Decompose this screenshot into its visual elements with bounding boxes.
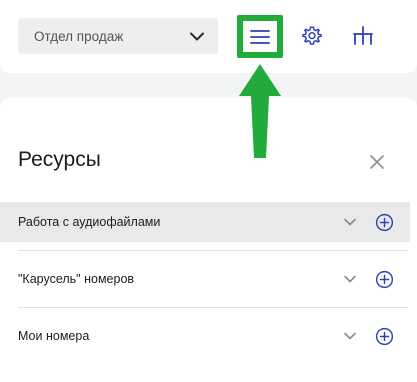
department-select-value: Отдел продаж [34,28,124,44]
chevron-down-icon [190,32,204,41]
list-item-number-carousel[interactable]: "Карусель" номеров [0,259,410,299]
add-circle-icon[interactable] [375,213,394,232]
divider [18,307,408,308]
settings-button[interactable] [300,24,324,48]
chevron-down-icon[interactable] [343,272,357,286]
hamburger-menu-icon [250,29,270,44]
chevron-down-icon[interactable] [343,329,357,343]
add-circle-icon[interactable] [375,270,394,289]
list-item-my-numbers[interactable]: Мои номера [0,316,410,356]
add-circle-icon[interactable] [375,327,394,346]
menu-button[interactable] [243,21,277,52]
chevron-down-icon[interactable] [343,215,357,229]
gear-icon [302,26,322,45]
org-structure-icon [353,26,373,45]
close-button[interactable] [367,152,387,172]
top-bar: Отдел продаж [0,0,417,73]
annotation-arrow-up [239,64,281,158]
divider [18,250,408,251]
structure-button[interactable] [350,24,376,48]
close-icon [370,155,384,169]
department-select[interactable]: Отдел продаж [18,18,218,54]
panel-title: Ресурсы [18,148,101,171]
list-item-audio-files[interactable]: Работа с аудиофайлами [0,202,410,242]
